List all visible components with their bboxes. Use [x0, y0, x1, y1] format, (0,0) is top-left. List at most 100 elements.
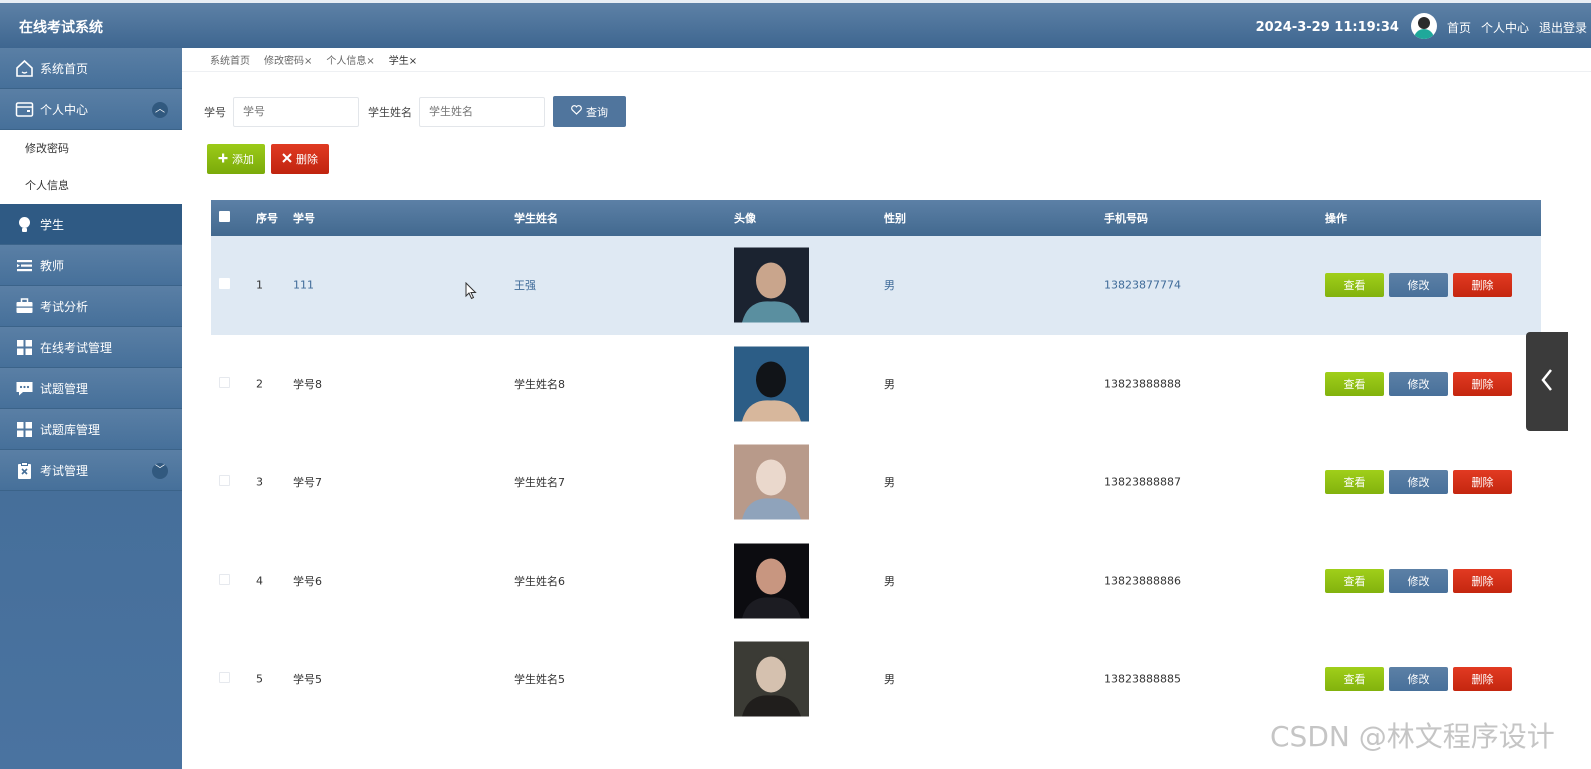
sidebar-item-teacher[interactable]: 教师 [0, 245, 182, 286]
chevron-left-icon [1540, 368, 1554, 395]
select-all-checkbox[interactable] [219, 211, 230, 225]
student-no-input[interactable] [233, 96, 359, 127]
row-checkbox[interactable] [219, 573, 230, 588]
row-checkbox[interactable] [219, 376, 230, 391]
submenu-item-personal-info[interactable]: 个人信息 [0, 167, 182, 204]
header-avatar: 头像 [734, 212, 756, 225]
query-button[interactable]: 查询 [553, 96, 626, 127]
edit-button[interactable]: 修改 [1389, 371, 1448, 396]
add-button[interactable]: 添加 [207, 144, 265, 174]
tab-home[interactable]: 系统首页 [210, 52, 250, 67]
view-button[interactable]: 查看 [1325, 273, 1384, 298]
chevron-up-icon[interactable]: ︿ [152, 102, 168, 118]
watermark: CSDN @林文程序设计 [1270, 720, 1555, 753]
table-row[interactable]: 5 学号5 学生姓名5 男 13823888885 查看 修改 删除 [211, 630, 1541, 729]
row-avatar-photo[interactable] [734, 641, 809, 717]
tab-personal-info[interactable]: 个人信息× [326, 52, 374, 67]
table-body: 1 111 王强男 13823877774 查看 修改 删除 2 学号8 学生姓名8 男 138238… [211, 236, 1541, 729]
sidebar-item-label: 考试管理 [40, 463, 89, 478]
sidebar-item-label: 试题库管理 [40, 422, 101, 437]
student-table: 序号 学号 学生姓名 头像 性别 手机号码 操作 1 111 王强男 13823877… [211, 200, 1541, 729]
view-button[interactable]: 查看 [1325, 371, 1384, 396]
edit-button[interactable]: 修改 [1389, 568, 1448, 593]
row-phone: 13823888886 [1104, 574, 1181, 588]
view-button[interactable]: 查看 [1325, 470, 1384, 495]
delete-row-button[interactable]: 删除 [1453, 371, 1512, 396]
row-checkbox[interactable] [219, 672, 230, 686]
header-ops: 操作 [1325, 212, 1347, 225]
nav-home-link[interactable]: 首页 [1447, 19, 1471, 36]
table-row[interactable]: 4 学号6 学生姓名6 男 13823888886 查看 修改 删除 [211, 532, 1541, 631]
row-name: 学生姓名6 [514, 574, 565, 588]
header-right: 2024-3-29 11:19:34 首页 个人中心 退出登录 [1256, 13, 1587, 39]
row-index: 2 [256, 377, 263, 391]
row-avatar-photo[interactable] [734, 543, 809, 619]
search-bar: 学号 学生姓名 查询 [204, 96, 626, 127]
row-name: 学生姓名5 [514, 673, 565, 687]
view-button[interactable]: 查看 [1325, 568, 1384, 593]
row-avatar-photo[interactable] [734, 346, 809, 422]
sidebar-item-student[interactable]: 学生 [0, 204, 182, 245]
row-phone: 13823888888 [1104, 377, 1181, 391]
delete-row-button[interactable]: 删除 [1453, 470, 1512, 495]
table-row[interactable]: 3 学号7 学生姓名7 男 13823888887 查看 修改 删除 [211, 433, 1541, 532]
home-icon [15, 59, 34, 78]
header-phone: 手机号码 [1104, 212, 1148, 225]
briefcase-icon [15, 297, 34, 316]
nav-profile-link[interactable]: 个人中心 [1481, 19, 1529, 36]
sidebar-item-exam-analysis[interactable]: 考试分析 [0, 286, 182, 327]
row-index: 4 [256, 574, 263, 588]
row-actions: 查看 修改 删除 [1325, 568, 1512, 593]
student-name-input[interactable] [419, 96, 545, 127]
side-collapse-tab[interactable] [1526, 332, 1568, 431]
edit-button[interactable]: 修改 [1389, 470, 1448, 495]
row-avatar-photo[interactable] [734, 247, 809, 323]
wallet-icon [15, 100, 34, 119]
profile-submenu: 修改密码 个人信息 [0, 130, 182, 204]
sidebar-item-question-bank[interactable]: 试题库管理 [0, 409, 182, 450]
close-icon[interactable]: × [304, 56, 312, 67]
close-icon[interactable]: × [366, 56, 374, 67]
sidebar-item-profile[interactable]: 个人中心 ︿ [0, 89, 182, 130]
row-phone: 13823877774 [1104, 278, 1181, 292]
table-header: 序号 学号 学生姓名 头像 性别 手机号码 操作 [211, 200, 1541, 236]
delete-button[interactable]: 删除 [271, 144, 329, 174]
tab-student[interactable]: 学生× [389, 52, 417, 67]
grid-icon [15, 420, 34, 439]
edit-button[interactable]: 修改 [1389, 273, 1448, 298]
row-checkbox[interactable] [219, 278, 230, 292]
nav-logout-link[interactable]: 退出登录 [1539, 19, 1587, 36]
header-gender: 性别 [884, 212, 906, 225]
table-row[interactable]: 2 学号8 学生姓名8 男 13823888888 查看 修改 删除 [211, 335, 1541, 434]
header-name: 学生姓名 [514, 212, 558, 225]
row-index: 3 [256, 475, 263, 489]
delete-row-button[interactable]: 删除 [1453, 667, 1512, 692]
sidebar-item-label: 考试分析 [40, 299, 89, 314]
row-gender: 男 [884, 377, 895, 391]
avatar[interactable] [1410, 13, 1437, 39]
edit-button[interactable]: 修改 [1389, 667, 1448, 692]
close-icon [282, 152, 292, 166]
sidebar-item-online-exam[interactable]: 在线考试管理 [0, 327, 182, 368]
grid-icon [15, 338, 34, 357]
sidebar-item-home[interactable]: 系统首页 [0, 48, 182, 89]
table-row[interactable]: 1 111 王强男 13823877774 查看 修改 删除 [211, 236, 1541, 335]
sidebar-item-exam-management[interactable]: 考试管理 ﹀ [0, 450, 182, 491]
row-checkbox[interactable] [219, 475, 230, 489]
submenu-item-change-password[interactable]: 修改密码 [0, 130, 182, 167]
chevron-down-icon[interactable]: ﹀ [152, 463, 168, 479]
delete-row-button[interactable]: 删除 [1453, 568, 1512, 593]
view-button[interactable]: 查看 [1325, 667, 1384, 692]
delete-row-button[interactable]: 删除 [1453, 273, 1512, 298]
row-avatar-photo[interactable] [734, 444, 809, 520]
sidebar-item-label: 在线考试管理 [40, 340, 113, 355]
row-index: 5 [256, 672, 263, 686]
tab-change-password[interactable]: 修改密码× [264, 52, 312, 67]
sidebar-item-question[interactable]: 试题管理 [0, 368, 182, 409]
mouse-cursor-icon [465, 281, 477, 303]
list-icon [15, 256, 34, 275]
row-student-no: 学号8 [293, 377, 322, 391]
sidebar-item-label: 个人中心 [40, 102, 89, 117]
close-icon[interactable]: × [409, 56, 417, 67]
header-student-no: 学号 [293, 212, 315, 225]
